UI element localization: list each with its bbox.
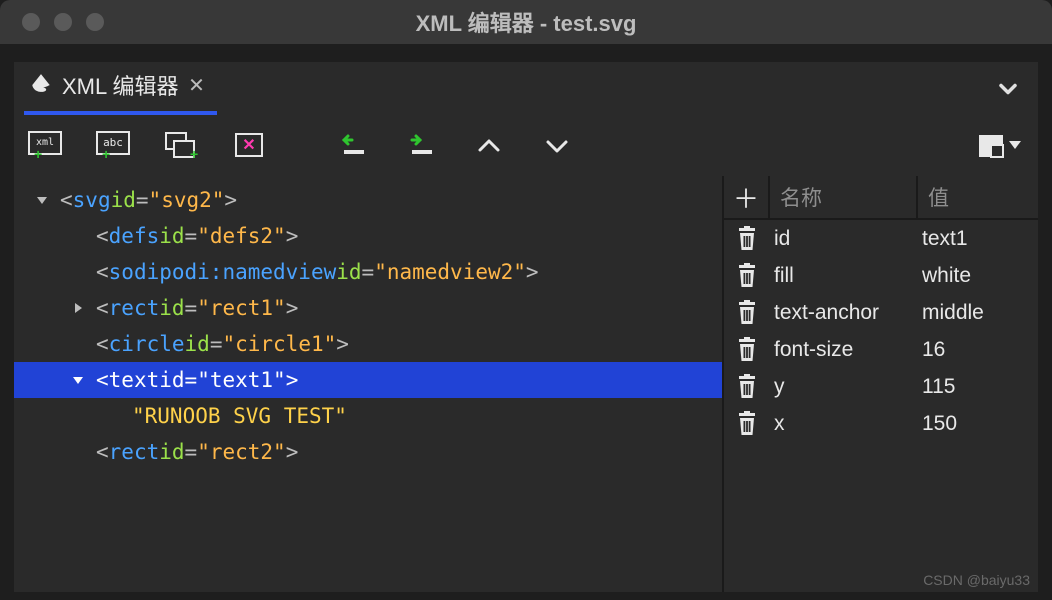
element-tag: sodipodi:namedview [109,260,337,284]
close-tab-icon[interactable]: ✕ [187,75,207,95]
tree-row[interactable]: <rect id="rect2"> [14,434,722,470]
element-attr-value: "rect1" [197,296,286,320]
delete-attribute-icon[interactable] [724,337,770,363]
toolbar: xml + abc + + [14,116,1038,176]
attribute-name: text-anchor [770,301,918,325]
attribute-name: id [770,227,918,251]
text-node: "RUNOOB SVG TEST" [132,404,347,428]
new-element-node-button[interactable]: xml + [24,125,66,167]
expand-toggle-icon[interactable] [68,298,88,318]
tab-xml-editor[interactable]: XML 编辑器 ✕ [24,63,217,115]
xml-editor-panel: XML 编辑器 ✕ xml + abc + [14,62,1038,592]
svg-text:+: + [34,146,42,161]
new-text-node-button[interactable]: abc + [92,125,134,167]
element-tag: svg [73,188,111,212]
attribute-row[interactable]: font-size16 [724,331,1038,368]
element-attr-name: id [159,224,184,248]
move-node-up-button[interactable] [468,125,510,167]
svg-text:+: + [190,146,198,161]
element-tag: defs [109,224,160,248]
zoom-window-button[interactable] [86,13,104,31]
expand-toggle-icon [68,226,88,246]
svg-text:✕: ✕ [242,137,255,154]
attribute-name: x [770,412,918,436]
element-attr-name: id [159,368,184,392]
expand-toggle-icon[interactable] [32,190,52,210]
duplicate-node-button[interactable]: + [160,125,202,167]
attribute-value: 150 [918,412,1038,436]
element-tag: text [109,368,160,392]
watermark: CSDN @baiyu33 [923,572,1030,588]
expand-toggle-icon [68,262,88,282]
attribute-row[interactable]: text-anchormiddle [724,294,1038,331]
element-attr-name: id [159,296,184,320]
attr-header-name: 名称 [770,176,918,218]
attribute-name: y [770,375,918,399]
window-title: XML 编辑器 - test.svg [0,6,1052,38]
tree-row[interactable]: <rect id="rect1"> [14,290,722,326]
expand-toggle-icon [68,442,88,462]
xml-tree[interactable]: <svg id="svg2"><defs id="defs2"><sodipod… [14,176,722,592]
element-attr-name: id [111,188,136,212]
attribute-value: 115 [918,375,1038,399]
unindent-node-button[interactable] [332,125,374,167]
window-controls [0,13,104,31]
attribute-row[interactable]: idtext1 [724,220,1038,257]
attribute-row[interactable]: x150 [724,405,1038,442]
delete-node-button[interactable]: ✕ [228,125,270,167]
panel-menu-button[interactable] [988,69,1028,109]
element-attr-value: "text1" [197,368,286,392]
delete-attribute-icon[interactable] [724,263,770,289]
tab-row: XML 编辑器 ✕ [14,62,1038,116]
tree-row[interactable]: <defs id="defs2"> [14,218,722,254]
element-attr-value: "namedview2" [374,260,526,284]
tree-row[interactable]: "RUNOOB SVG TEST" [14,398,722,434]
attribute-header: ＋ 名称 值 [724,176,1038,220]
delete-attribute-icon[interactable] [724,226,770,252]
attribute-value: white [918,264,1038,288]
titlebar: XML 编辑器 - test.svg [0,0,1052,44]
tree-row[interactable]: <svg id="svg2"> [14,182,722,218]
element-attr-value: "rect2" [197,440,286,464]
indent-node-button[interactable] [400,125,442,167]
delete-attribute-icon[interactable] [724,374,770,400]
inkscape-icon [28,72,54,98]
move-node-down-button[interactable] [536,125,578,167]
tree-row[interactable]: <sodipodi:namedview id="namedview2"> [14,254,722,290]
delete-attribute-icon[interactable] [724,300,770,326]
attribute-panel: ＋ 名称 值 idtext1fillwhitetext-anchormiddle… [722,176,1038,592]
attribute-row[interactable]: fillwhite [724,257,1038,294]
svg-text:+: + [102,146,110,161]
expand-toggle-icon [104,406,124,426]
element-tag: circle [109,332,185,356]
element-attr-value: "defs2" [197,224,286,248]
add-attribute-button[interactable]: ＋ [724,176,770,218]
element-attr-value: "svg2" [149,188,225,212]
element-attr-name: id [159,440,184,464]
layout-toggle-button[interactable] [972,125,1028,167]
expand-toggle-icon[interactable] [68,370,88,390]
expand-toggle-icon [68,334,88,354]
attribute-value: 16 [918,338,1038,362]
attr-header-value: 值 [918,176,1038,218]
element-attr-value: "circle1" [222,332,336,356]
attribute-name: fill [770,264,918,288]
close-window-button[interactable] [22,13,40,31]
attribute-row[interactable]: y115 [724,368,1038,405]
element-tag: rect [109,440,160,464]
tree-row[interactable]: <circle id="circle1"> [14,326,722,362]
tab-label: XML 编辑器 [62,69,179,101]
element-tag: rect [109,296,160,320]
attribute-value: text1 [918,227,1038,251]
delete-attribute-icon[interactable] [724,411,770,437]
tree-row[interactable]: <text id="text1"> [14,362,722,398]
element-attr-name: id [336,260,361,284]
minimize-window-button[interactable] [54,13,72,31]
element-attr-name: id [185,332,210,356]
attribute-value: middle [918,301,1038,325]
attribute-name: font-size [770,338,918,362]
